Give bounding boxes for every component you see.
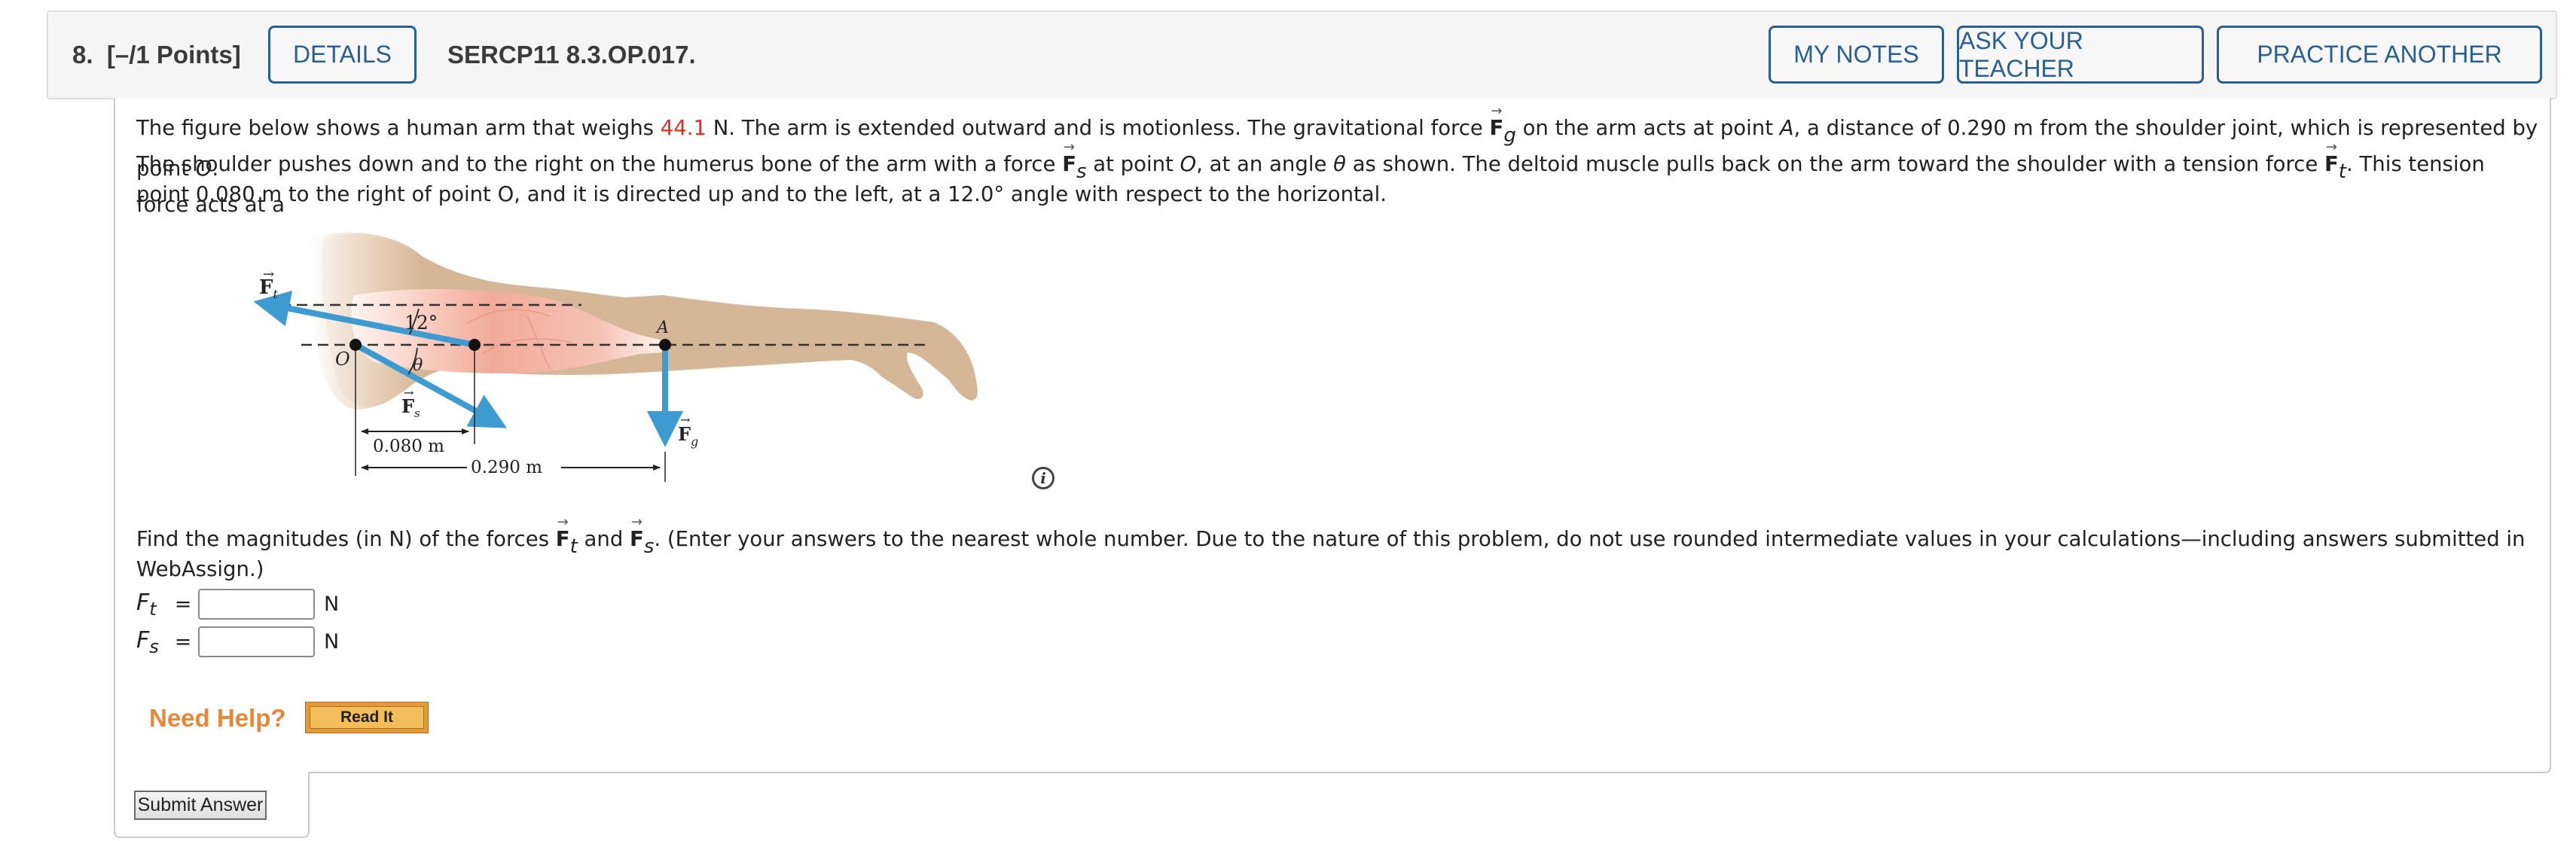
svg-text:→: → [404, 385, 414, 400]
label-A: A [655, 318, 669, 337]
question-id: SERCP11 8.3.OP.017. [447, 41, 696, 69]
instructions-line-2: WebAssign.) [136, 557, 264, 581]
svg-text:→: → [680, 413, 690, 427]
question-number: 8. [72, 41, 93, 69]
read-it-button[interactable]: Read It [305, 702, 429, 733]
my-notes-button[interactable]: MY NOTES [1769, 26, 1944, 84]
ask-your-teacher-button[interactable]: ASK YOUR TEACHER [1957, 26, 2204, 84]
Fs-label: Fs [136, 626, 159, 657]
vector-Fs: F [1062, 148, 1076, 181]
points-label: [–/1 Points] [106, 41, 241, 69]
label-theta: θ [413, 356, 423, 375]
question-number-points: 8. [–/1 Points] [72, 12, 241, 98]
label-12deg: 12° [404, 312, 438, 334]
Fs-input[interactable] [198, 626, 315, 657]
vector-Fg: F [1490, 111, 1504, 145]
Ft-unit: N [324, 593, 340, 616]
question-header: 8. [–/1 Points] DETAILS SERCP11 8.3.OP.0… [47, 11, 2557, 99]
svg-text:→: → [263, 267, 274, 282]
weight-value: 44.1 [660, 116, 707, 140]
info-icon[interactable]: i [1032, 467, 1055, 489]
details-button[interactable]: DETAILS [268, 26, 417, 84]
Ft-label: Ft [136, 589, 157, 620]
vector-Ft: F [2324, 148, 2339, 181]
Ft-input[interactable] [198, 589, 315, 620]
point-O-dot [349, 339, 362, 351]
need-help-label: Need Help? [149, 704, 286, 732]
label-dim-0080: 0.080 m [373, 437, 444, 456]
submit-answer-button[interactable]: Submit Answer [134, 791, 267, 820]
label-dim-0290: 0.290 m [471, 458, 542, 477]
practice-another-button[interactable]: PRACTICE ANOTHER [2217, 26, 2542, 84]
answer-row-Ft: Ft = N [136, 589, 340, 620]
point-A-dot [659, 339, 671, 351]
arm-force-diagram: Ft → 12° θ O A Fs → Fg → 0.080 m 0.290 m [253, 232, 978, 482]
answer-row-Fs: Fs = N [136, 626, 340, 657]
label-Fg: Fg [678, 423, 698, 449]
muscle-attach-dot [469, 339, 481, 351]
Fs-unit: N [324, 630, 340, 654]
label-O: O [335, 349, 350, 370]
problem-line-3: point 0.080 m to the right of point O, a… [136, 182, 1387, 206]
